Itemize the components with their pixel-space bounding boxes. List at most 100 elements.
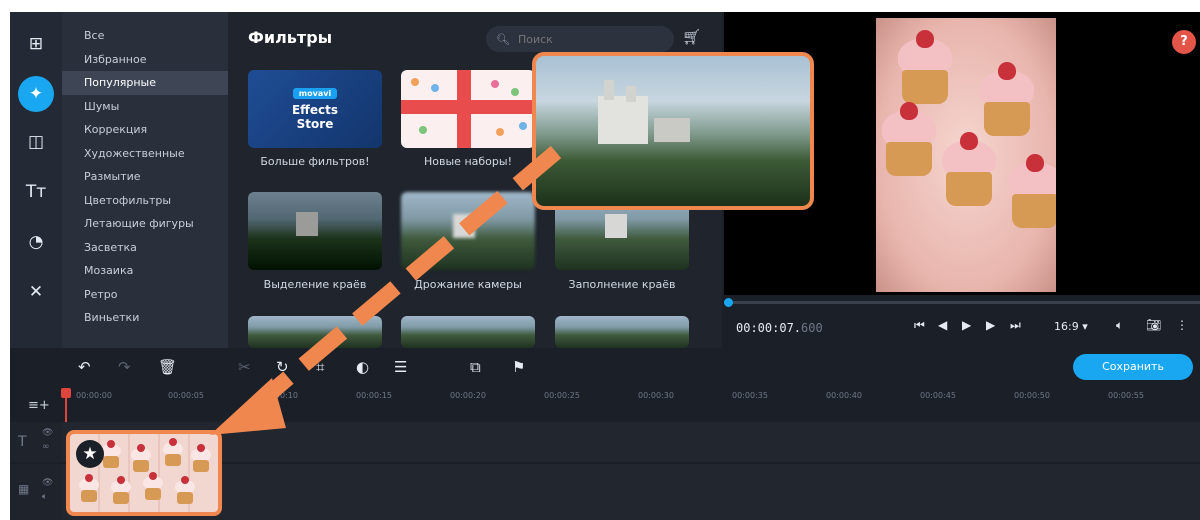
cupcake-image: [878, 102, 940, 180]
cupcake-image: [130, 444, 152, 474]
category-noise[interactable]: Шумы: [62, 95, 228, 119]
tile-label-edge-detection: Выделение краёв: [263, 278, 367, 291]
category-vignettes[interactable]: Виньетки: [62, 306, 228, 330]
movavi-logo: movavi: [292, 87, 338, 99]
cupcake-image: [1004, 154, 1056, 232]
titles-icon[interactable]: Tт: [18, 174, 54, 210]
category-light-leaks[interactable]: Засветка: [62, 236, 228, 260]
next-frame-icon[interactable]: ▶: [986, 318, 995, 332]
tile-label-more-filters: Больше фильтров!: [260, 155, 370, 168]
category-popular[interactable]: Популярные: [62, 71, 228, 95]
stickers-icon[interactable]: ◔: [18, 224, 54, 260]
ruler-tick: 00:00:15: [356, 391, 392, 400]
cupcake-image: [976, 62, 1038, 140]
video-clip-cupcakes[interactable]: ★: [66, 430, 222, 516]
video-track-header: ▦ 👁︎ 🔈︎: [10, 464, 62, 520]
pattern-dot: [431, 84, 439, 92]
category-mosaic[interactable]: Мозаика: [62, 259, 228, 283]
ruler-tick: 00:00:30: [638, 391, 674, 400]
link-icon[interactable]: ∞: [42, 442, 50, 452]
delete-icon[interactable]: 🗑︎: [158, 358, 177, 376]
pattern-dot: [491, 80, 499, 88]
camera-shake-tile[interactable]: [401, 192, 535, 270]
overlay-icon[interactable]: ⧉: [470, 358, 481, 376]
skip-end-icon[interactable]: ⏭: [1010, 318, 1021, 333]
category-blur[interactable]: Размытие: [62, 165, 228, 189]
category-flying-objects[interactable]: Летающие фигуры: [62, 212, 228, 236]
filters-title: Фильтры: [248, 28, 333, 47]
snapshot-icon[interactable]: 📷︎: [1146, 318, 1161, 332]
save-button[interactable]: Сохранить: [1073, 354, 1193, 380]
player-controls: 00:00:07.600 ⏮ ◀ ▶ ▶ ⏭ 16:9 ▾ 🔈︎ 📷︎ ⋮: [724, 295, 1200, 348]
rotate-icon[interactable]: ↻: [276, 358, 289, 376]
aspect-ratio-dropdown[interactable]: 16:9 ▾: [1054, 320, 1088, 333]
filter-tile[interactable]: [401, 316, 535, 348]
scrub-knob[interactable]: [724, 298, 733, 307]
filter-tile[interactable]: [555, 316, 689, 348]
timeline-toolbar: ↶ ↷ 🗑︎ ✂ ↻ ⌗ ◐ ☰ ⧉ ⚑ Сохранить: [10, 348, 1200, 388]
filter-tile[interactable]: [248, 316, 382, 348]
cut-icon[interactable]: ✂: [238, 358, 251, 376]
cupcake-image: [174, 476, 196, 506]
filters-magic-wand-icon[interactable]: ✦: [18, 76, 54, 112]
pattern-dot: [411, 78, 419, 86]
help-button[interactable]: ?: [1172, 30, 1196, 54]
search-icon: 🔍︎: [496, 32, 510, 46]
clip-properties-icon[interactable]: ☰: [394, 358, 407, 376]
cupcake-image: [142, 472, 164, 502]
cupcake-image: [162, 438, 184, 468]
search-input[interactable]: [517, 32, 648, 46]
color-adjust-icon[interactable]: ◐: [356, 358, 369, 376]
timecode: 00:00:07.600: [736, 321, 823, 335]
cart-icon[interactable]: 🛒︎: [682, 28, 701, 46]
category-retro[interactable]: Ретро: [62, 283, 228, 307]
category-all[interactable]: Все: [62, 24, 228, 48]
category-artistic[interactable]: Художественные: [62, 142, 228, 166]
prev-frame-icon[interactable]: ◀: [938, 318, 947, 332]
category-color-filters[interactable]: Цветофильтры: [62, 189, 228, 213]
filter-category-list: Все Избранное Популярные Шумы Коррекция …: [62, 12, 228, 348]
audio-icon[interactable]: 🔈︎: [42, 492, 47, 502]
playhead[interactable]: [65, 388, 67, 422]
ruler-tick: 00:00:40: [826, 391, 862, 400]
category-favorites[interactable]: Избранное: [62, 48, 228, 72]
cupcake-image: [110, 476, 132, 506]
castle-shape: [296, 212, 318, 236]
new-sets-tile[interactable]: [401, 70, 535, 148]
castle-shape: [598, 96, 648, 144]
transitions-icon[interactable]: ◫: [18, 124, 54, 160]
timeline-ruler[interactable]: ≡+ 00:00:00 00:00:05 00:00:10 00:00:15 0…: [10, 388, 1200, 422]
cupcake-image: [190, 444, 212, 474]
crop-icon[interactable]: ⌗: [316, 358, 324, 376]
ruler-tick: 00:00:00: [76, 391, 112, 400]
scrub-bar[interactable]: [724, 301, 1200, 304]
undo-icon[interactable]: ↶: [78, 358, 91, 376]
filter-search[interactable]: 🔍︎: [486, 26, 674, 52]
pattern-dot: [419, 126, 427, 134]
play-icon[interactable]: ▶: [962, 318, 971, 332]
skip-start-icon[interactable]: ⏮: [914, 318, 925, 333]
tile-label-fill-edges: Заполнение краёв: [568, 278, 676, 291]
volume-icon[interactable]: 🔈︎: [1116, 318, 1123, 333]
castle-tower: [626, 86, 636, 102]
edge-detection-tile[interactable]: [248, 192, 382, 270]
visibility-icon[interactable]: 👁︎: [42, 428, 53, 438]
add-track-icon[interactable]: ≡+: [28, 398, 50, 413]
import-icon[interactable]: ⊞: [18, 26, 54, 62]
marker-flag-icon[interactable]: ⚑: [512, 358, 525, 376]
ruler-tick: 00:00:45: [920, 391, 956, 400]
movavi-video-editor: ⊞ ✦ ◫ Tт ◔ ✕ Все Избранное Популярные Шу…: [10, 12, 1200, 520]
more-options-icon[interactable]: ⋮: [1176, 318, 1188, 332]
redo-icon[interactable]: ↷: [118, 358, 131, 376]
more-tools-icon[interactable]: ✕: [18, 274, 54, 310]
pattern-dot: [511, 88, 519, 96]
effects-store-title-line2: Store: [296, 116, 334, 131]
category-correction[interactable]: Коррекция: [62, 118, 228, 142]
dragged-filter-thumbnail[interactable]: [532, 52, 814, 210]
effects-store-tile[interactable]: movavi Effects Store: [248, 70, 382, 148]
text-track-icon: T: [18, 434, 27, 450]
cupcake-image: [894, 30, 956, 108]
visibility-icon[interactable]: 👁︎: [42, 478, 53, 488]
castle-tower: [604, 80, 614, 100]
pattern-dot: [496, 128, 504, 136]
